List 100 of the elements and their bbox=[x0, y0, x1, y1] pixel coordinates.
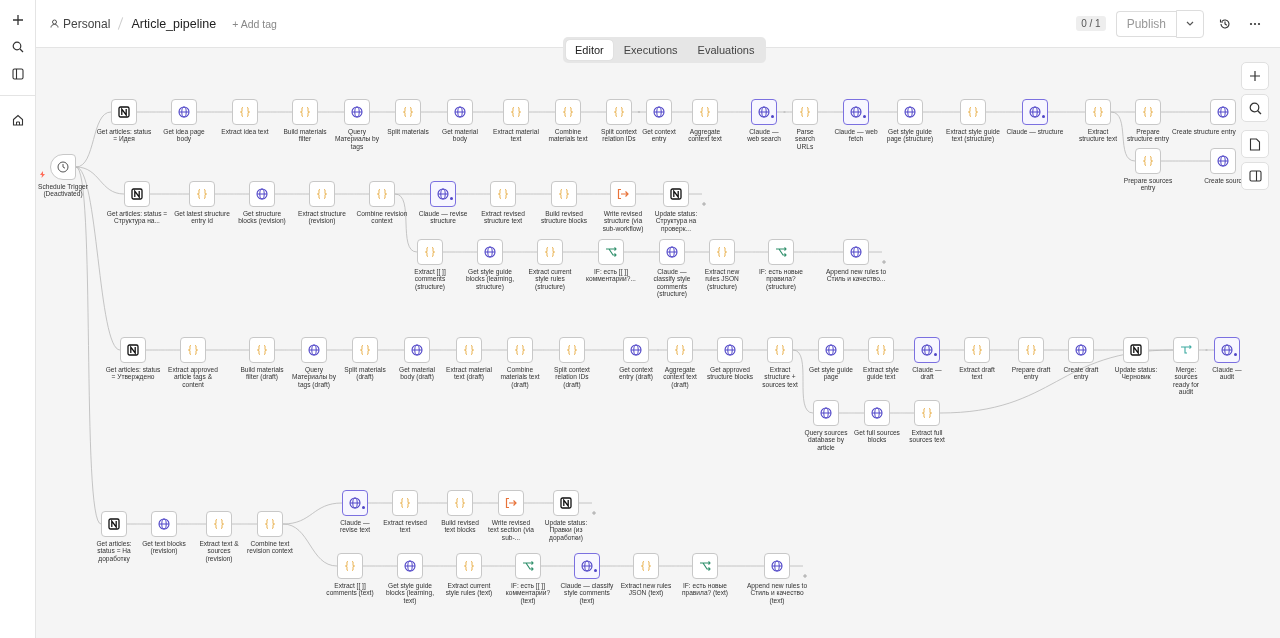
workflow-node[interactable] bbox=[507, 337, 533, 363]
workflow-node[interactable] bbox=[447, 99, 473, 125]
view-tab[interactable]: Evaluations bbox=[688, 40, 764, 60]
workflow-node[interactable] bbox=[717, 337, 743, 363]
add-tag-link[interactable]: + Add tag bbox=[232, 17, 277, 30]
workflow-node[interactable] bbox=[171, 99, 197, 125]
workflow-node[interactable] bbox=[914, 337, 940, 363]
workflow-node[interactable] bbox=[843, 239, 869, 265]
workflow-node[interactable] bbox=[352, 337, 378, 363]
workflow-node[interactable] bbox=[559, 337, 585, 363]
workflow-node[interactable] bbox=[344, 99, 370, 125]
workflow-node[interactable] bbox=[768, 239, 794, 265]
workflow-node[interactable] bbox=[1123, 337, 1149, 363]
workflow-node[interactable] bbox=[551, 181, 577, 207]
trigger-node[interactable] bbox=[50, 154, 76, 180]
panel-toggle-button[interactable] bbox=[1241, 162, 1269, 190]
workflow-node[interactable] bbox=[392, 490, 418, 516]
workflow-node[interactable] bbox=[1214, 337, 1240, 363]
workflow-node[interactable] bbox=[843, 99, 869, 125]
workflow-node[interactable] bbox=[610, 181, 636, 207]
workflow-node[interactable] bbox=[189, 181, 215, 207]
workflow-node[interactable] bbox=[447, 490, 473, 516]
globe-icon bbox=[666, 246, 678, 258]
workflow-node[interactable] bbox=[767, 337, 793, 363]
workflow-node[interactable] bbox=[606, 99, 632, 125]
workflow-node[interactable] bbox=[180, 337, 206, 363]
workflow-node[interactable] bbox=[417, 239, 443, 265]
workflow-node[interactable] bbox=[206, 511, 232, 537]
workflow-node[interactable] bbox=[232, 99, 258, 125]
view-tab[interactable]: Editor bbox=[566, 40, 613, 60]
workflow-node[interactable] bbox=[1135, 99, 1161, 125]
workflow-node[interactable] bbox=[960, 99, 986, 125]
workflow-node[interactable] bbox=[818, 337, 844, 363]
workflow-node[interactable] bbox=[1210, 99, 1236, 125]
workflow-node[interactable] bbox=[309, 181, 335, 207]
workflow-node[interactable] bbox=[1018, 337, 1044, 363]
workflow-node[interactable] bbox=[1068, 337, 1094, 363]
workflow-node[interactable] bbox=[503, 99, 529, 125]
workflow-node[interactable] bbox=[1135, 148, 1161, 174]
workflow-node[interactable] bbox=[537, 239, 563, 265]
version-counter: 0 / 1 bbox=[1076, 16, 1106, 31]
workflow-node[interactable] bbox=[692, 553, 718, 579]
workflow-node[interactable] bbox=[1022, 99, 1048, 125]
workflow-node[interactable] bbox=[498, 490, 524, 516]
workflow-node[interactable] bbox=[633, 553, 659, 579]
workflow-node[interactable] bbox=[1173, 337, 1199, 363]
workflow-node[interactable] bbox=[249, 337, 275, 363]
workflow-node[interactable] bbox=[764, 553, 790, 579]
workflow-node[interactable] bbox=[292, 99, 318, 125]
workflow-name[interactable]: Article_pipeline bbox=[131, 16, 217, 31]
workflow-node[interactable] bbox=[430, 181, 456, 207]
workflow-node[interactable] bbox=[553, 490, 579, 516]
workflow-node[interactable] bbox=[663, 181, 689, 207]
workflow-node[interactable] bbox=[249, 181, 275, 207]
workflow-node[interactable] bbox=[111, 99, 137, 125]
workflow-node[interactable] bbox=[397, 553, 423, 579]
workflow-node[interactable] bbox=[120, 337, 146, 363]
globe-icon bbox=[178, 106, 190, 118]
workflow-node[interactable] bbox=[337, 553, 363, 579]
workflow-node[interactable] bbox=[151, 511, 177, 537]
workflow-node[interactable] bbox=[124, 181, 150, 207]
workflow-node[interactable] bbox=[342, 490, 368, 516]
workflow-node[interactable] bbox=[404, 337, 430, 363]
workflow-node[interactable] bbox=[659, 239, 685, 265]
workflow-node[interactable] bbox=[395, 99, 421, 125]
workflow-node[interactable] bbox=[864, 400, 890, 426]
workflow-node[interactable] bbox=[101, 511, 127, 537]
document-icon bbox=[1249, 137, 1261, 151]
owner-link[interactable]: Personal bbox=[50, 16, 111, 31]
workflow-node[interactable] bbox=[1210, 148, 1236, 174]
workflow-node[interactable] bbox=[456, 337, 482, 363]
workflow-node[interactable] bbox=[477, 239, 503, 265]
workflow-node[interactable] bbox=[598, 239, 624, 265]
app-logo-icon bbox=[127, 344, 139, 356]
workflow-node[interactable] bbox=[456, 553, 482, 579]
workflow-node[interactable] bbox=[813, 400, 839, 426]
workflow-node[interactable] bbox=[667, 337, 693, 363]
workflow-node[interactable] bbox=[301, 337, 327, 363]
workflow-node[interactable] bbox=[555, 99, 581, 125]
search-button[interactable] bbox=[1241, 94, 1269, 122]
workflow-node[interactable] bbox=[1085, 99, 1111, 125]
workflow-node[interactable] bbox=[868, 337, 894, 363]
workflow-node[interactable] bbox=[709, 239, 735, 265]
workflow-node[interactable] bbox=[692, 99, 718, 125]
workflow-node[interactable] bbox=[897, 99, 923, 125]
view-tab[interactable]: Executions bbox=[614, 40, 687, 60]
workflow-node[interactable] bbox=[646, 99, 672, 125]
workflow-node[interactable] bbox=[490, 181, 516, 207]
sticky-note-button[interactable] bbox=[1241, 130, 1269, 158]
workflow-node[interactable] bbox=[751, 99, 777, 125]
workflow-node[interactable] bbox=[623, 337, 649, 363]
globe-icon bbox=[850, 246, 862, 258]
add-node-button[interactable] bbox=[1241, 62, 1269, 90]
workflow-node[interactable] bbox=[914, 400, 940, 426]
workflow-node[interactable] bbox=[257, 511, 283, 537]
workflow-node[interactable] bbox=[515, 553, 541, 579]
workflow-node[interactable] bbox=[792, 99, 818, 125]
workflow-node[interactable] bbox=[574, 553, 600, 579]
workflow-node[interactable] bbox=[964, 337, 990, 363]
workflow-node[interactable] bbox=[369, 181, 395, 207]
